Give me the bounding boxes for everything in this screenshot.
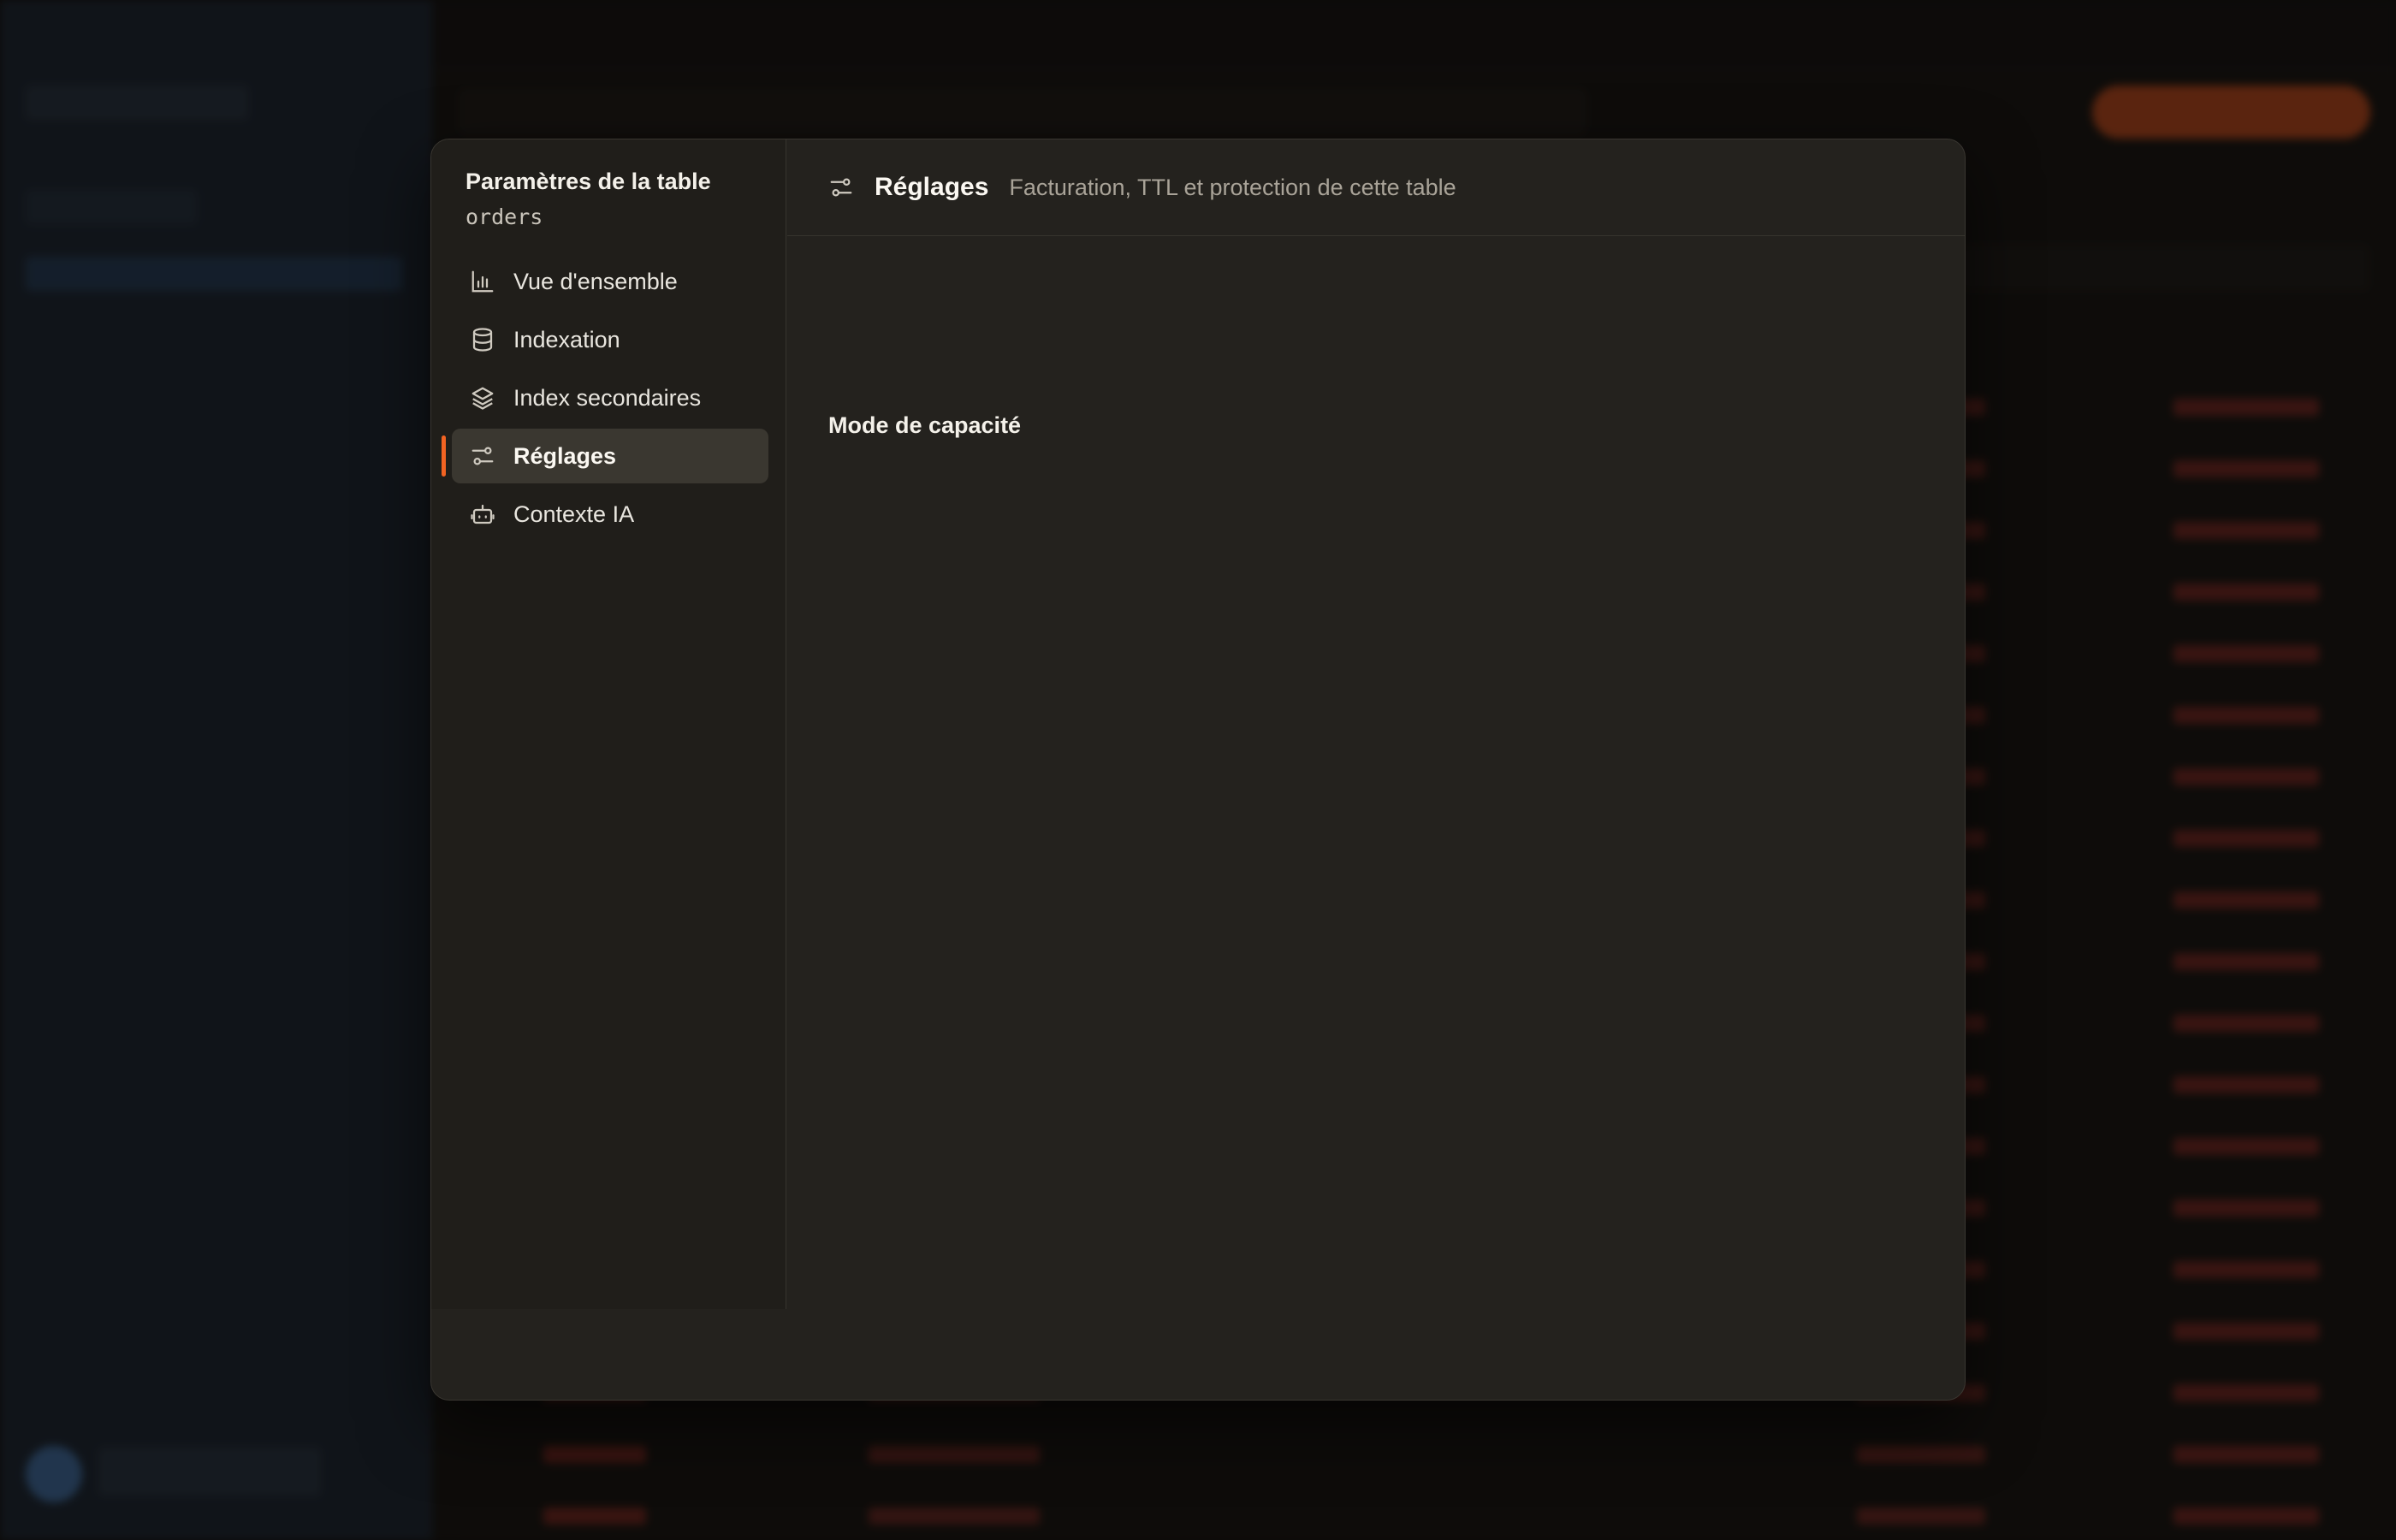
database-icon: [469, 326, 496, 353]
nav-item-secondary-indexes[interactable]: Index secondaires: [452, 370, 768, 425]
settings-header: Réglages Facturation, TTL et protection …: [787, 139, 1965, 236]
sliders-icon: [469, 442, 496, 470]
robot-icon: [469, 500, 496, 528]
sliders-icon: [828, 175, 854, 200]
active-nav-indicator: [442, 435, 446, 477]
nav-item-settings[interactable]: Réglages: [452, 429, 768, 483]
modal-title: Paramètres de la table: [466, 169, 711, 194]
nav-item-label: Contexte IA: [513, 500, 635, 527]
capacity-mode-title: Mode de capacité: [828, 412, 1022, 438]
table-name: orders: [466, 204, 543, 229]
layers-icon: [469, 384, 496, 412]
bar-chart-icon: [469, 268, 496, 295]
nav-item-label: Vue d'ensemble: [513, 268, 678, 294]
table-settings-modal: Paramètres de la table orders Vue d'ense…: [430, 139, 1966, 1401]
nav-item-indexing[interactable]: Indexation: [452, 312, 768, 367]
nav-item-label: Index secondaires: [513, 384, 702, 411]
section-heading: Réglages: [875, 173, 989, 201]
section-subheading: Facturation, TTL et protection de cette …: [1009, 174, 1456, 200]
nav-item-label: Réglages: [513, 442, 617, 469]
settings-nav: Paramètres de la table orders Vue d'ense…: [431, 139, 786, 1309]
nav-item-overview[interactable]: Vue d'ensemble: [452, 254, 768, 309]
nav-item-label: Indexation: [513, 326, 620, 352]
nav-item-ai-context[interactable]: Contexte IA: [452, 487, 768, 542]
